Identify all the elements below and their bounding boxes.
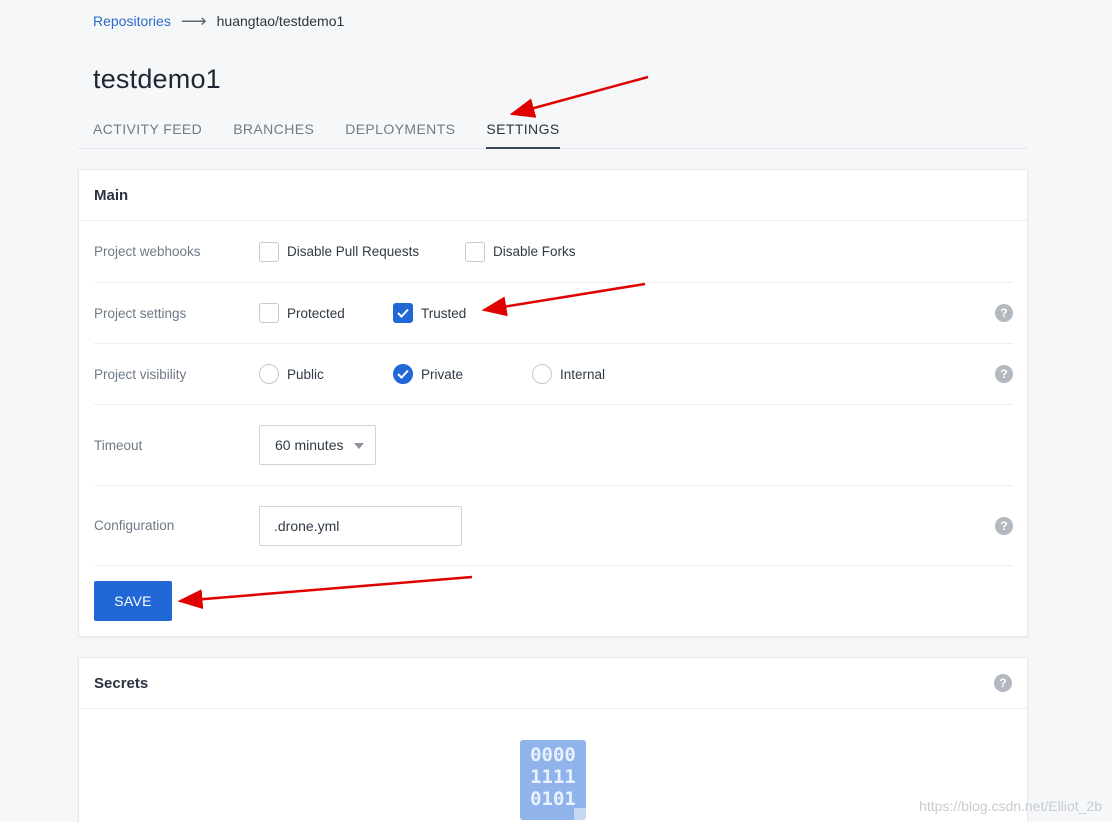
configuration-label: Configuration [94,518,175,533]
page-title: testdemo1 [93,64,221,94]
tab-branches[interactable]: BRANCHES [233,110,314,149]
tab-settings[interactable]: SETTINGS [486,110,560,149]
radio-circle[interactable] [532,364,552,384]
timeout-row: Timeout 60 minutes [94,405,1013,486]
help-icon[interactable]: ? [995,365,1013,383]
project-webhooks-label: Project webhooks [94,244,201,259]
check-icon [397,369,409,379]
project-settings-label: Project settings [94,305,187,321]
secrets-card-title: Secrets ? [79,658,1027,709]
tab-deployments[interactable]: DEPLOYMENTS [345,110,455,149]
secrets-title: Secrets [94,674,149,692]
help-icon[interactable]: ? [995,516,1013,535]
annotation-arrow-settings [509,75,649,118]
configuration-row: Configuration ? [94,486,1013,566]
timeout-select[interactable]: 60 minutes [259,425,376,465]
project-webhooks-row: Project webhooks Disable Pull Requests D… [94,221,1013,283]
disable-forks-label: Disable Forks [493,244,576,259]
visibility-public-radio[interactable]: Public [259,364,324,384]
help-icon[interactable]: ? [995,304,1013,322]
project-visibility-row: Project visibility Public Private Intern… [94,344,1013,405]
private-label: Private [421,366,464,382]
public-label: Public [287,366,324,382]
checkbox-box[interactable] [465,241,485,262]
disable-pull-requests-checkbox[interactable]: Disable Pull Requests [259,241,420,262]
help-icon[interactable]: ? [994,674,1012,692]
binary-line: 1111 [530,766,576,788]
checkbox-box[interactable] [259,241,279,262]
binary-file-icon: 0000 1111 0101 [520,740,586,820]
radio-circle[interactable] [259,364,279,384]
breadcrumb-repositories-link[interactable]: Repositories [93,13,171,29]
visibility-private-radio[interactable]: Private [393,364,463,384]
timeout-label: Timeout [94,437,143,453]
tab-activity-feed[interactable]: ACTIVITY FEED [93,110,202,149]
timeout-value: 60 minutes [275,437,344,453]
checkbox-box[interactable] [259,303,279,323]
project-settings-row: Project settings Protected Trusted ? [94,283,1013,344]
tab-bar: ACTIVITY FEED BRANCHES DEPLOYMENTS SETTI… [78,110,1028,149]
binary-line: 0101 [530,788,576,810]
project-visibility-label: Project visibility [94,366,187,382]
caret-down-icon [354,443,364,449]
visibility-internal-radio[interactable]: Internal [532,364,605,384]
watermark: https://blog.csdn.net/Elliot_2b [919,798,1102,814]
secrets-card: Secrets ? 0000 1111 0101 [78,657,1028,822]
disable-pull-requests-label: Disable Pull Requests [287,244,420,259]
radio-circle-checked[interactable] [393,364,413,384]
binary-line: 0000 [530,744,576,766]
protected-label: Protected [287,305,345,321]
trusted-checkbox[interactable]: Trusted [393,303,466,323]
main-settings-card: Main Project webhooks Disable Pull Reque… [78,169,1028,637]
trusted-label: Trusted [421,305,467,321]
arrow-right-icon: ⟶ [180,11,207,31]
main-card-title: Main [79,170,1027,221]
page-fold [574,808,586,820]
disable-forks-checkbox[interactable]: Disable Forks [465,241,576,262]
breadcrumb-current: huangtao/testdemo1 [216,13,345,29]
breadcrumb: Repositories ⟶ huangtao/testdemo1 [93,11,345,31]
save-button[interactable]: SAVE [94,581,172,621]
configuration-input[interactable] [259,505,462,546]
internal-label: Internal [560,366,606,382]
checkbox-box-checked[interactable] [393,303,413,323]
protected-checkbox[interactable]: Protected [259,303,345,323]
check-icon [397,308,409,318]
